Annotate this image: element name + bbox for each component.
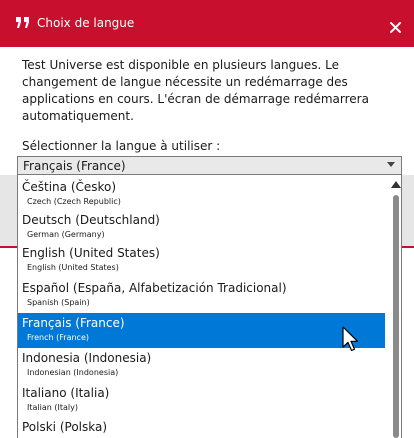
language-english-name: Czech (Czech Republic) bbox=[27, 197, 121, 206]
dialog-title: Choix de langue bbox=[37, 16, 135, 30]
language-dialog: Choix de langue Test Universe est dispon… bbox=[0, 0, 414, 438]
list-item-ind[interactable]: Indonesia (Indonesia) Indonesian (Indone… bbox=[18, 348, 385, 383]
list-item-eng[interactable]: English (United States) English (United … bbox=[18, 243, 385, 278]
language-dropdown-list[interactable]: Čeština (Česko) Czech (Czech Republic) D… bbox=[17, 175, 402, 438]
language-english-name: Spanish (Spain) bbox=[27, 298, 90, 307]
language-english-name: French (France) bbox=[27, 333, 89, 342]
scrollbar-thumb[interactable] bbox=[393, 195, 399, 438]
language-english-name: English (United States) bbox=[27, 263, 119, 272]
list-item-spa[interactable]: Español (España, Alfabetización Tradicio… bbox=[18, 278, 385, 313]
language-name: Italiano (Italia) bbox=[22, 386, 110, 400]
list-item-pol[interactable]: Polski (Polska) bbox=[18, 417, 385, 438]
scroll-up-arrow-icon[interactable] bbox=[391, 181, 401, 188]
list-item-ces[interactable]: Čeština (Česko) Czech (Czech Republic) bbox=[18, 177, 385, 212]
background-dialog-edge-left bbox=[0, 175, 17, 246]
language-english-name: Indonesian (Indonesia) bbox=[27, 368, 119, 377]
language-select[interactable]: Français (France) bbox=[17, 156, 402, 175]
language-name: Indonesia (Indonesia) bbox=[22, 351, 152, 365]
language-name: Čeština (Česko) bbox=[22, 180, 117, 194]
dialog-titlebar: Choix de langue bbox=[0, 0, 414, 47]
language-name: Deutsch (Deutschland) bbox=[22, 213, 160, 227]
chevron-down-icon[interactable] bbox=[387, 162, 395, 167]
background-dialog-accent-left bbox=[0, 246, 17, 248]
language-select-label: Sélectionner la langue à utiliser : bbox=[22, 139, 221, 153]
language-name: Français (France) bbox=[22, 316, 125, 330]
close-icon bbox=[389, 18, 401, 33]
language-english-name: Italian (Italy) bbox=[27, 403, 78, 412]
list-item-deu[interactable]: Deutsch (Deutschland) German (Germany) bbox=[18, 210, 385, 245]
language-english-name: German (Germany) bbox=[27, 230, 105, 239]
background-dialog-accent-right bbox=[402, 246, 414, 248]
quote-icon bbox=[13, 13, 33, 33]
close-button[interactable] bbox=[382, 10, 408, 36]
background-dialog-edge-right bbox=[402, 175, 414, 246]
language-select-value: Français (France) bbox=[23, 159, 126, 173]
language-name: Polski (Polska) bbox=[22, 420, 108, 434]
dialog-description: Test Universe est disponible en plusieur… bbox=[22, 58, 369, 123]
list-item-fra[interactable]: Français (France) French (France) bbox=[18, 313, 385, 348]
list-item-ita[interactable]: Italiano (Italia) Italian (Italy) bbox=[18, 383, 385, 418]
language-name: English (United States) bbox=[22, 246, 160, 260]
language-name: Español (España, Alfabetización Tradicio… bbox=[22, 281, 287, 295]
